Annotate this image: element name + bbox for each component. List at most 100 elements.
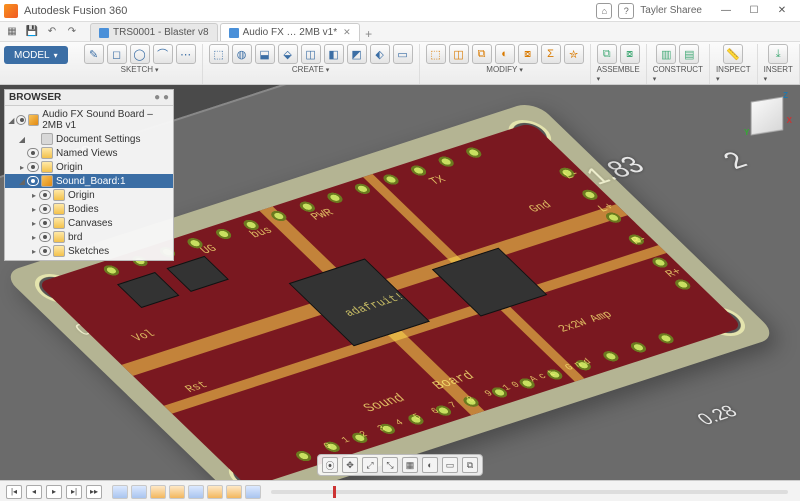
ribbon-icon[interactable]: ⧉ — [472, 44, 492, 64]
browser-node[interactable]: ◢Document Settings — [5, 132, 173, 146]
undo-button[interactable]: ↶ — [44, 24, 60, 40]
navbar-button[interactable]: ⤢ — [362, 457, 378, 473]
navbar-button[interactable]: ✥ — [342, 457, 358, 473]
ribbon-group-label[interactable]: CONSTRUCT — [653, 65, 703, 83]
browser-node[interactable]: ▸Origin — [5, 188, 173, 202]
ribbon-group-label[interactable]: INSERT — [764, 65, 793, 83]
timeline-track[interactable] — [271, 490, 788, 494]
visibility-icon[interactable] — [39, 190, 51, 200]
ribbon-icon[interactable]: ◫ — [449, 44, 469, 64]
browser-node[interactable]: ◢Sound_Board:1 — [5, 174, 173, 188]
timeline-feature[interactable] — [131, 485, 147, 499]
save-button[interactable]: 💾 — [24, 24, 40, 40]
twist-icon[interactable]: ◢ — [17, 177, 27, 186]
browser-node[interactable]: ▸Sketches — [5, 244, 173, 258]
visibility-icon[interactable] — [39, 204, 51, 214]
ribbon-group-label[interactable]: ASSEMBLE — [597, 65, 640, 83]
twist-icon[interactable]: ◢ — [7, 116, 16, 125]
workspace-switcher[interactable]: MODEL — [4, 46, 68, 64]
ribbon-icon[interactable]: ◧ — [324, 44, 344, 64]
timeline-feature[interactable] — [207, 485, 223, 499]
twist-icon[interactable]: ▸ — [29, 233, 39, 242]
ribbon-icon[interactable]: ⬖ — [370, 44, 390, 64]
ribbon-icon[interactable]: ◩ — [347, 44, 367, 64]
timeline-feature[interactable] — [245, 485, 261, 499]
browser-node[interactable]: ▸brd — [5, 230, 173, 244]
twist-icon[interactable]: ◢ — [17, 135, 27, 144]
ribbon-group-label[interactable]: MODIFY — [486, 65, 523, 74]
ribbon-icon[interactable]: ◫ — [301, 44, 321, 64]
twist-icon[interactable]: ▸ — [17, 163, 27, 172]
user-name[interactable]: Tayler Sharee — [640, 5, 702, 16]
timeline-last-button[interactable]: ▸▸ — [86, 485, 102, 499]
tab-close-icon[interactable]: ✕ — [343, 27, 351, 38]
navbar-button[interactable]: ◐ — [422, 457, 438, 473]
browser-menu-icon[interactable]: ● ● — [154, 92, 169, 103]
browser-node[interactable]: ▸Origin — [5, 160, 173, 174]
ribbon-icon[interactable]: ◐ — [495, 44, 515, 64]
ribbon-icon[interactable]: ⤓ — [768, 44, 788, 64]
twist-icon[interactable]: ▸ — [29, 219, 39, 228]
window-minimize-button[interactable]: — — [712, 1, 740, 21]
window-maximize-button[interactable]: ☐ — [740, 1, 768, 21]
new-tab-button[interactable]: + — [362, 27, 376, 41]
data-panel-button[interactable]: ▦ — [4, 24, 20, 40]
twist-icon[interactable]: ▸ — [29, 191, 39, 200]
visibility-icon[interactable] — [27, 176, 39, 186]
timeline-prev-button[interactable]: ◂ — [26, 485, 42, 499]
timeline-next-button[interactable]: ▸| — [66, 485, 82, 499]
ribbon-icon[interactable]: ⧇ — [620, 44, 640, 64]
visibility-icon[interactable] — [39, 246, 51, 256]
navbar-button[interactable]: ▭ — [442, 457, 458, 473]
ribbon-icon[interactable]: ⬙ — [278, 44, 298, 64]
ribbon-group-label[interactable]: SKETCH — [121, 65, 159, 74]
twist-icon[interactable]: ▸ — [29, 247, 39, 256]
navbar-button[interactable]: ⤡ — [382, 457, 398, 473]
ribbon-icon[interactable]: ▭ — [393, 44, 413, 64]
timeline-feature[interactable] — [150, 485, 166, 499]
navbar-button[interactable]: ⧉ — [462, 457, 478, 473]
ribbon-icon[interactable]: ▤ — [679, 44, 699, 64]
ribbon-icon[interactable]: ✮ — [564, 44, 584, 64]
ribbon-icon[interactable]: ▥ — [656, 44, 676, 64]
browser-header[interactable]: BROWSER ● ● — [5, 90, 173, 106]
browser-node[interactable]: ◢Audio FX Sound Board – 2MB v1 — [5, 108, 173, 132]
navbar-button[interactable]: ⦿ — [322, 457, 338, 473]
ribbon-icon[interactable]: ⬚ — [209, 44, 229, 64]
window-close-button[interactable]: ✕ — [768, 1, 796, 21]
ribbon-icon[interactable]: ◻ — [107, 44, 127, 64]
ribbon-icon[interactable]: ⋯ — [176, 44, 196, 64]
timeline-feature[interactable] — [169, 485, 185, 499]
ribbon-icon[interactable]: ⬚ — [426, 44, 446, 64]
timeline-feature[interactable] — [188, 485, 204, 499]
home-icon[interactable]: ⌂ — [596, 3, 612, 19]
ribbon-icon[interactable]: ✎ — [84, 44, 104, 64]
twist-icon[interactable]: ▸ — [29, 205, 39, 214]
ribbon-icon[interactable]: 📏 — [723, 44, 743, 64]
visibility-icon[interactable] — [27, 162, 39, 172]
visibility-icon[interactable] — [16, 115, 27, 125]
ribbon-icon[interactable]: ◍ — [232, 44, 252, 64]
browser-panel[interactable]: BROWSER ● ● ◢Audio FX Sound Board – 2MB … — [4, 89, 174, 261]
timeline-first-button[interactable]: |◂ — [6, 485, 22, 499]
visibility-icon[interactable] — [39, 218, 51, 228]
visibility-icon[interactable] — [39, 232, 51, 242]
ribbon-icon[interactable]: ⬓ — [255, 44, 275, 64]
redo-button[interactable]: ↷ — [64, 24, 80, 40]
timeline-playhead[interactable] — [333, 486, 336, 498]
navbar-button[interactable]: ▦ — [402, 457, 418, 473]
browser-node[interactable]: ▸Bodies — [5, 202, 173, 216]
timeline-feature[interactable] — [112, 485, 128, 499]
help-icon[interactable]: ? — [618, 3, 634, 19]
timeline-feature[interactable] — [226, 485, 242, 499]
ribbon-group-label[interactable]: INSPECT — [716, 65, 751, 83]
ribbon-icon[interactable]: ⌒ — [153, 44, 173, 64]
view-cube[interactable]: Z X Y — [744, 93, 790, 139]
browser-node[interactable]: ▸Canvases — [5, 216, 173, 230]
ribbon-icon[interactable]: ◯ — [130, 44, 150, 64]
document-tab[interactable]: Audio FX … 2MB v1* ✕ — [220, 23, 360, 41]
browser-node[interactable]: Named Views — [5, 146, 173, 160]
ribbon-icon[interactable]: ⧇ — [518, 44, 538, 64]
visibility-icon[interactable] — [27, 148, 39, 158]
ribbon-icon[interactable]: Σ — [541, 44, 561, 64]
